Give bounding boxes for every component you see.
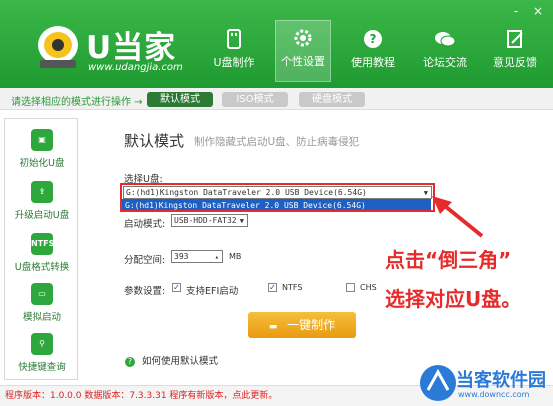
watermark-url: www.downcc.com (458, 390, 530, 399)
nav-label: 意见反馈 (493, 56, 537, 69)
nav-feedback[interactable]: 意见反馈 (487, 22, 543, 84)
chat-icon (435, 32, 456, 47)
nav-settings[interactable]: 个性设置 (275, 20, 331, 82)
question-icon: ? (364, 30, 382, 48)
usb-init-icon: ▣ (31, 129, 53, 151)
ntfs-checkbox[interactable]: ✓ (268, 283, 277, 292)
alloc-spinner[interactable]: 393 ▴ (171, 250, 223, 263)
sidebar-item-label: 升级启动U盘 (14, 210, 70, 221)
sidebar-item-format[interactable]: NTFS U盘格式转换 (5, 233, 79, 273)
sidebar-item-label: U盘格式转换 (14, 262, 70, 273)
ntfs-icon: NTFS (31, 233, 54, 255)
callout-line-1: 点击“倒三角” (385, 248, 512, 272)
nav-label: 使用教程 (351, 56, 395, 69)
spinner-icon[interactable]: ▴ (215, 251, 219, 262)
edit-icon (507, 30, 523, 48)
chs-label: CHS (360, 283, 377, 292)
efi-label: 支持EFI启动 (186, 286, 239, 297)
question-icon: ? (125, 357, 135, 367)
watermark-title: 当客软件园 (456, 370, 546, 391)
sidebar-item-simulate[interactable]: ▭ 模拟启动 (5, 283, 79, 323)
mode-tip: 请选择相应的模式进行操作 → (11, 97, 143, 108)
help-text: 如何使用默认模式 (142, 356, 219, 367)
params-label: 参数设置: (124, 286, 166, 297)
nav-label: U盘制作 (213, 56, 255, 69)
sidebar-item-hotkey[interactable]: ⚲ 快捷键查询 (5, 333, 79, 373)
usb-icon: ▬ (268, 322, 278, 332)
highlight-box (120, 183, 435, 212)
mode-default-button[interactable]: 默认模式 (147, 92, 213, 107)
sidebar-item-label: 模拟启动 (22, 312, 61, 323)
mode-iso-button[interactable]: ISO模式 (222, 92, 288, 107)
nav-label: 个性设置 (281, 55, 325, 68)
sidebar: ▣ 初始化U盘 ⇪ 升级启动U盘 NTFS U盘格式转换 ▭ 模拟启动 ⚲ 快捷… (4, 118, 78, 380)
search-icon: ⚲ (31, 333, 53, 355)
svg-text:?: ? (370, 32, 377, 46)
logo-url: www.udangjia.com (88, 62, 183, 73)
sidebar-item-upgrade[interactable]: ⇪ 升级启动U盘 (5, 181, 79, 221)
alloc-label: 分配空间: (124, 255, 166, 266)
mode-disk-button[interactable]: 硬盘模式 (299, 92, 365, 107)
chs-checkbox[interactable] (346, 283, 355, 292)
sidebar-item-label: 初始化U盘 (19, 158, 65, 169)
mode-bar: 请选择相应的模式进行操作 → 默认模式 ISO模式 硬盘模式 (0, 88, 553, 110)
boot-mode-value: USB-HDD-FAT32 (174, 216, 237, 225)
nav-label: 论坛交流 (423, 56, 467, 69)
close-button[interactable]: × (531, 4, 545, 18)
upgrade-icon: ⇪ (31, 181, 53, 203)
page-title: 默认模式 (124, 132, 185, 150)
status-text: 程序版本：1.0.0.0 数据版本：7.3.3.31 程序有新版本，点此更新。 (5, 391, 278, 401)
nav-usb-make[interactable]: U盘制作 (206, 22, 262, 84)
alloc-unit: MB (229, 252, 242, 261)
monitor-icon: ▭ (31, 283, 53, 305)
make-button-label: 一键制作 (287, 318, 336, 332)
efi-checkbox[interactable]: ✓ (172, 283, 181, 292)
sidebar-item-label: 快捷键查询 (18, 362, 66, 373)
chevron-down-icon[interactable]: ▼ (240, 215, 244, 226)
arrow-icon (432, 196, 484, 238)
nav-tutorial[interactable]: ? 使用教程 (345, 22, 401, 84)
ntfs-label: NTFS (282, 283, 303, 292)
gear-icon (294, 29, 312, 47)
make-button[interactable]: ▬ 一键制作 (248, 312, 356, 338)
minimize-button[interactable]: - (509, 4, 523, 18)
callout-line-2: 选择对应U盘。 (385, 287, 522, 311)
app-header: U当家 www.udangjia.com - × U盘制作 个性设置 ? 使用教… (0, 0, 553, 88)
nav-forum[interactable]: 论坛交流 (417, 22, 473, 84)
usb-icon (227, 29, 241, 49)
boot-mode-label: 启动模式: (124, 219, 166, 230)
logo-text: U当家 (86, 30, 177, 66)
boot-mode-select[interactable]: USB-HDD-FAT32 ▼ (171, 214, 248, 227)
page-subtitle: 制作隐藏式启动U盘、防止病毒侵犯 (194, 136, 360, 148)
sidebar-item-init[interactable]: ▣ 初始化U盘 (5, 129, 79, 169)
help-link[interactable]: ? 如何使用默认模式 (125, 353, 218, 367)
alloc-value: 393 (174, 252, 189, 261)
